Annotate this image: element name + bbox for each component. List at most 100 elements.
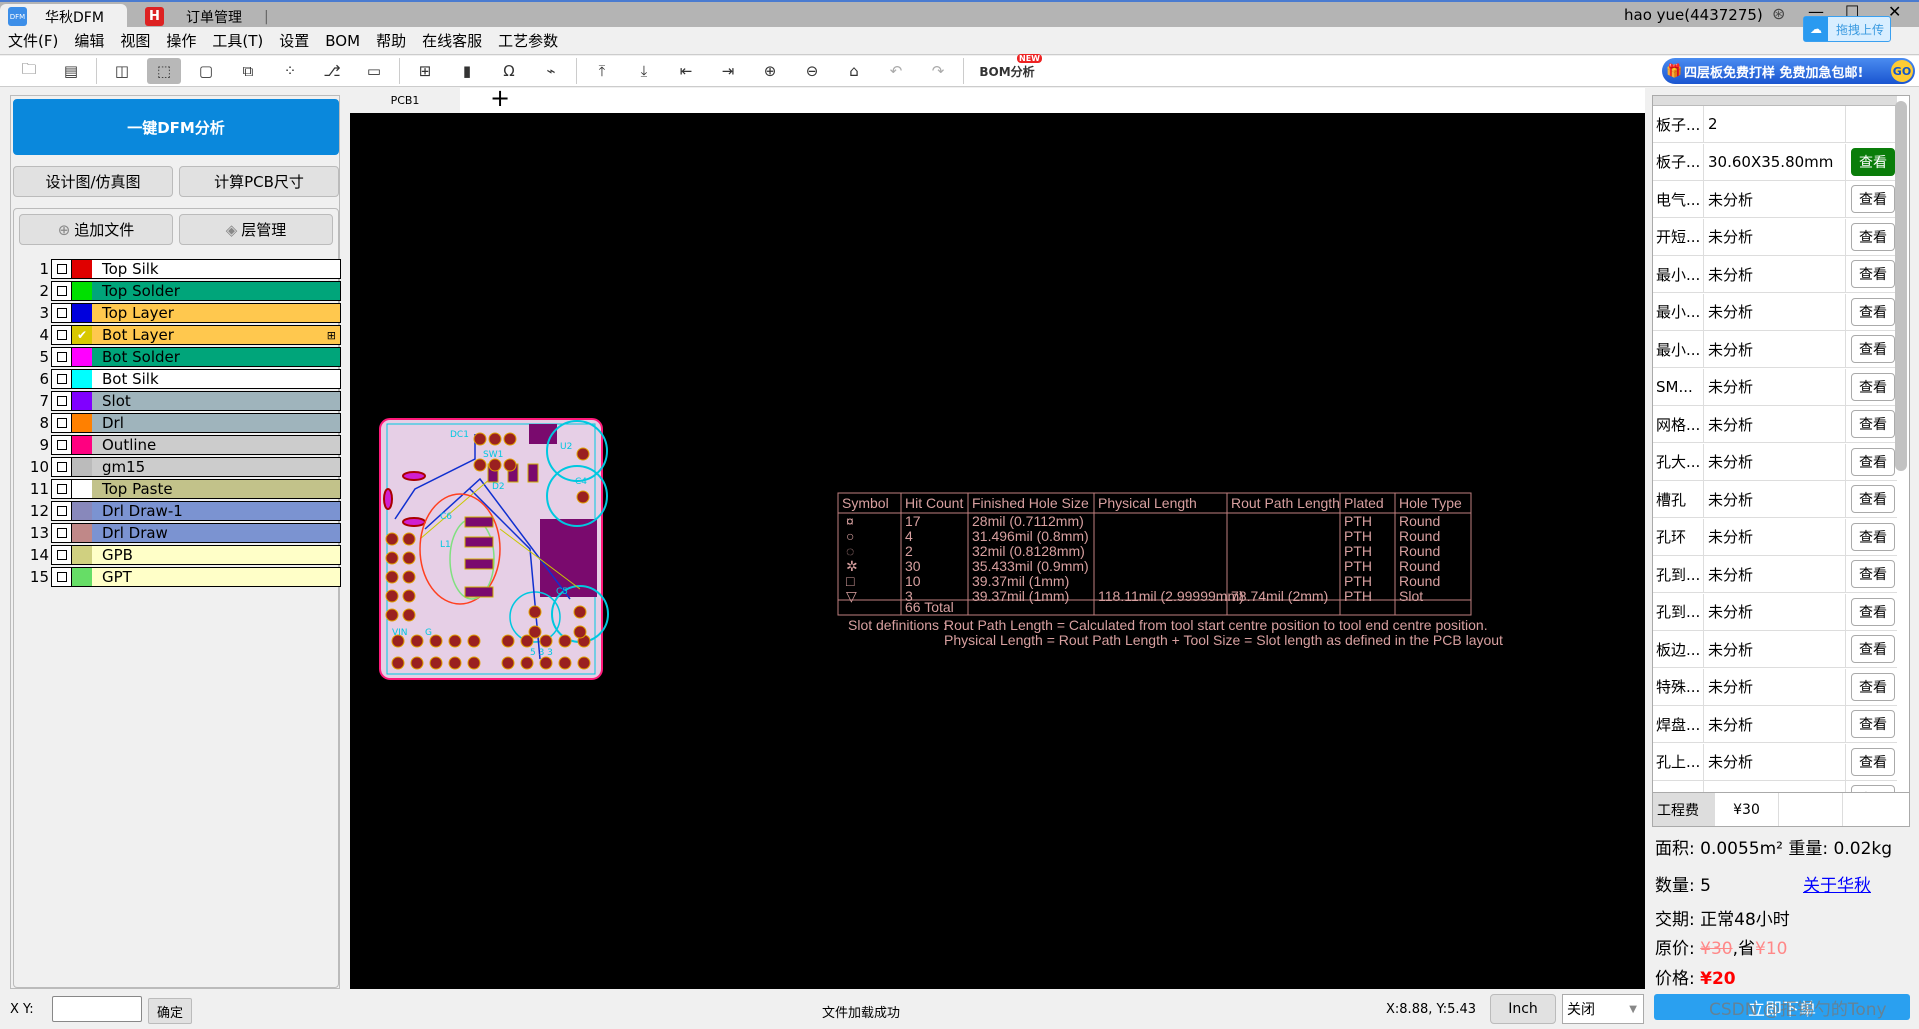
promo-banner[interactable]: 🎁 四层板免费打样 免费加急包邮! GO: [1662, 58, 1915, 84]
user-icon[interactable]: ⊛: [1772, 4, 1785, 23]
menu-process-params[interactable]: 工艺参数: [498, 30, 558, 51]
layer-color-swatch[interactable]: [72, 568, 92, 586]
layer-color-swatch[interactable]: [72, 304, 92, 322]
menu-help[interactable]: 帮助: [376, 30, 406, 51]
view-button[interactable]: 查看: [1851, 147, 1895, 176]
view-button[interactable]: 查看: [1851, 522, 1895, 551]
layer-color-swatch[interactable]: [72, 524, 92, 542]
layer-row[interactable]: 10 gm15: [29, 457, 341, 477]
layer-row[interactable]: 15 GPT: [29, 567, 341, 587]
view-button[interactable]: 查看: [1851, 260, 1895, 288]
promo-go-button[interactable]: GO: [1891, 60, 1913, 82]
view-button[interactable]: 查看: [1851, 597, 1895, 626]
view-button[interactable]: 查看: [1851, 747, 1895, 776]
align-right-icon[interactable]: ⇥: [711, 58, 745, 84]
add-file-button[interactable]: ⊕ 追加文件: [19, 214, 173, 245]
layer-color-swatch[interactable]: [72, 392, 92, 410]
layer-visibility-checkbox[interactable]: [52, 524, 72, 542]
layer-visibility-checkbox[interactable]: [52, 392, 72, 410]
net-icon[interactable]: ⁘: [273, 58, 307, 84]
ohm-icon[interactable]: Ω: [492, 58, 526, 84]
layer-color-swatch[interactable]: [72, 370, 92, 388]
about-huaqiu-link[interactable]: 关于华秋: [1803, 871, 1871, 896]
layer-color-swatch[interactable]: [72, 436, 92, 454]
layer-down-icon[interactable]: ⤓: [627, 58, 661, 84]
layer-color-swatch[interactable]: [72, 480, 92, 498]
route-icon[interactable]: ⎇: [315, 58, 349, 84]
layer-color-swatch[interactable]: [72, 348, 92, 366]
view-button[interactable]: 查看: [1851, 222, 1895, 251]
layer-row[interactable]: 12 Drl Draw-1: [29, 501, 341, 521]
measure-icon[interactable]: ⧉: [231, 58, 265, 84]
menu-online-service[interactable]: 在线客服: [422, 30, 482, 51]
layer-row[interactable]: 9 Outline: [29, 435, 341, 455]
view-button[interactable]: 查看: [1851, 635, 1895, 663]
bom-analysis-button[interactable]: BOM分析 NEW: [972, 54, 1042, 84]
layer-row[interactable]: 14 GPB: [29, 545, 341, 565]
design-view-button[interactable]: 设计图/仿真图: [13, 166, 173, 197]
menu-settings[interactable]: 设置: [279, 30, 309, 51]
undo-icon[interactable]: ↶: [879, 58, 913, 84]
ruler-icon[interactable]: ▭: [357, 58, 391, 84]
layer-color-swatch[interactable]: [72, 502, 92, 520]
calc-pcb-size-button[interactable]: 计算PCB尺寸: [179, 166, 339, 197]
align-left-icon[interactable]: ⇤: [669, 58, 703, 84]
layer-row[interactable]: 2 Top Solder: [29, 281, 341, 301]
layer-visibility-checkbox[interactable]: [52, 414, 72, 432]
confirm-button[interactable]: 确定: [148, 998, 192, 1024]
layer-row[interactable]: 5 Bot Solder: [29, 347, 341, 367]
layer-color-swatch[interactable]: ✔: [72, 326, 92, 344]
layer-visibility-checkbox[interactable]: [52, 546, 72, 564]
layer-visibility-checkbox[interactable]: [52, 370, 72, 388]
view-button[interactable]: 查看: [1851, 672, 1895, 701]
app-tab-orders[interactable]: H 订单管理 |: [145, 4, 269, 29]
menu-view[interactable]: 视图: [120, 30, 150, 51]
unit-toggle-button[interactable]: Inch: [1490, 994, 1556, 1024]
layer-visibility-checkbox[interactable]: [52, 458, 72, 476]
ipc-icon[interactable]: ⌁: [534, 58, 568, 84]
layer-visibility-checkbox[interactable]: [52, 348, 72, 366]
pdf-icon[interactable]: ▤: [54, 58, 88, 84]
layout-icon[interactable]: ◫: [105, 58, 139, 84]
layer-row[interactable]: 4 ✔ Bot Layer ⊞: [29, 325, 341, 345]
layer-row[interactable]: 11 Top Paste: [29, 479, 341, 499]
dfm-analysis-button[interactable]: 一键DFM分析: [13, 99, 339, 155]
view-button[interactable]: 查看: [1851, 297, 1895, 326]
redo-icon[interactable]: ↷: [921, 58, 955, 84]
layer-row[interactable]: 7 Slot: [29, 391, 341, 411]
menu-tools[interactable]: 工具(T): [212, 30, 263, 51]
add-tab-button[interactable]: +: [490, 84, 510, 112]
tab-pcb1[interactable]: PCB1: [350, 88, 460, 113]
home-icon[interactable]: ⌂: [837, 58, 871, 84]
zoom-in-icon[interactable]: ⊕: [753, 58, 787, 84]
panel-icon[interactable]: ⊞: [408, 58, 442, 84]
layer-row[interactable]: 3 Top Layer: [29, 303, 341, 323]
layer-visibility-checkbox[interactable]: [52, 260, 72, 278]
layer-row[interactable]: 13 Drl Draw: [29, 523, 341, 543]
layer-row[interactable]: 6 Bot Silk: [29, 369, 341, 389]
layer-visibility-checkbox[interactable]: [52, 568, 72, 586]
layer-color-swatch[interactable]: [72, 458, 92, 476]
view-button[interactable]: 查看: [1851, 335, 1895, 363]
menu-file[interactable]: 文件(F): [8, 30, 58, 51]
layer-row[interactable]: 1 Top Silk: [29, 259, 341, 279]
layer-visibility-checkbox[interactable]: [52, 304, 72, 322]
app-tab-dfm[interactable]: DFM 华秋DFM: [0, 4, 127, 29]
open-folder-icon[interactable]: 🗀: [12, 58, 46, 84]
layer-visibility-checkbox[interactable]: [52, 436, 72, 454]
layer-color-swatch[interactable]: [72, 282, 92, 300]
layer-color-swatch[interactable]: [72, 414, 92, 432]
zoom-out-icon[interactable]: ⊖: [795, 58, 829, 84]
view-button[interactable]: 查看: [1851, 372, 1895, 401]
view-button[interactable]: 查看: [1851, 410, 1895, 438]
view-button[interactable]: 查看: [1851, 710, 1895, 738]
results-scrollbar[interactable]: [1895, 101, 1907, 471]
view-button[interactable]: 查看: [1851, 185, 1895, 213]
view-button[interactable]: 查看: [1851, 447, 1895, 476]
layer-visibility-checkbox[interactable]: [52, 282, 72, 300]
layer-manage-button[interactable]: ◈ 层管理: [179, 214, 333, 245]
layer-visibility-checkbox[interactable]: [52, 326, 72, 344]
layer-row[interactable]: 8 Drl: [29, 413, 341, 433]
xy-input[interactable]: [52, 996, 142, 1022]
layer-up-icon[interactable]: ⤒: [585, 58, 619, 84]
